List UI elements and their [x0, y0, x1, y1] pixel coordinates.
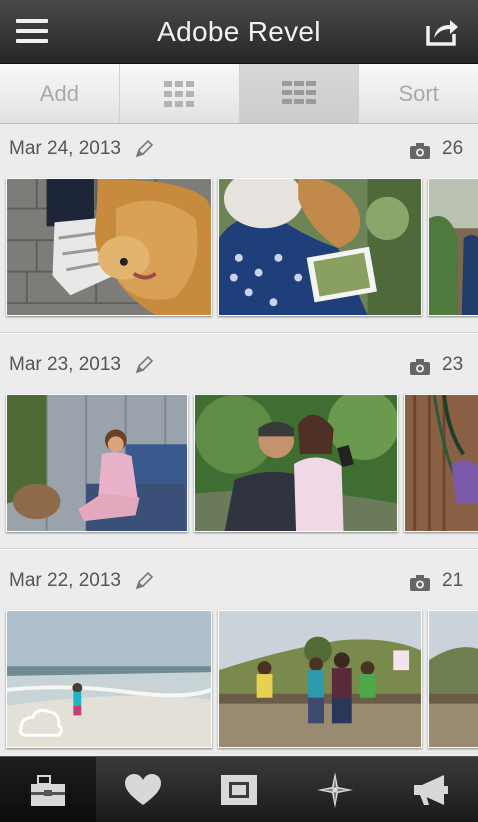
tab-explore[interactable] [287, 757, 383, 822]
grid-small-icon [164, 80, 195, 107]
tab-library[interactable] [0, 757, 96, 822]
grid-large-icon [281, 80, 316, 104]
date-group: Mar 23, 2013 23 [0, 340, 478, 556]
app-title: Adobe Revel [157, 16, 321, 47]
photo-thumbnail[interactable] [218, 178, 422, 316]
photo-thumbnail[interactable] [218, 610, 422, 748]
grid-large-view-button[interactable] [239, 64, 360, 123]
photo-thumbnail[interactable] [6, 178, 212, 316]
app-header: Adobe Revel [0, 0, 478, 64]
date-group: Mar 24, 2013 26 [0, 124, 478, 340]
group-divider [0, 548, 478, 550]
group-date: Mar 23, 2013 [9, 354, 121, 375]
photo-timeline[interactable]: Mar 24, 2013 26 Mar 23, 2013 23 Mar 22, … [0, 124, 478, 756]
photo-strip[interactable] [0, 394, 478, 534]
photo-count: 26 [442, 138, 464, 159]
tab-announcements[interactable] [382, 757, 478, 822]
photo-strip[interactable] [0, 610, 478, 750]
pencil-icon[interactable] [134, 571, 154, 591]
date-group: Mar 22, 2013 21 [0, 556, 478, 756]
photo-thumbnail[interactable] [428, 178, 478, 316]
camera-icon [410, 575, 430, 591]
group-header: Mar 23, 2013 23 [0, 340, 478, 390]
compass-icon [316, 771, 353, 808]
group-header: Mar 22, 2013 21 [0, 556, 478, 606]
photo-thumbnail[interactable] [404, 394, 478, 532]
group-divider [0, 332, 478, 334]
share-icon[interactable] [424, 14, 460, 48]
add-button[interactable]: Add [0, 64, 120, 123]
camera-icon [410, 143, 430, 159]
photo-thumbnail[interactable] [428, 610, 478, 748]
pencil-icon[interactable] [134, 355, 154, 375]
photo-thumbnail[interactable] [194, 394, 398, 532]
view-toolbar: Add Sort [0, 64, 478, 124]
heart-icon [125, 773, 162, 805]
grid-small-view-button[interactable] [120, 64, 240, 123]
photo-count: 23 [442, 354, 464, 375]
group-date: Mar 24, 2013 [9, 138, 121, 159]
pencil-icon[interactable] [134, 139, 154, 159]
photo-thumbnail[interactable] [6, 394, 188, 532]
album-icon [220, 774, 257, 805]
library-box-icon [30, 774, 65, 806]
megaphone-icon [414, 774, 449, 805]
sort-button[interactable]: Sort [359, 64, 478, 123]
photo-strip[interactable] [0, 178, 478, 318]
group-date: Mar 22, 2013 [9, 570, 121, 591]
bottom-tab-bar [0, 756, 478, 822]
photo-count: 21 [442, 570, 464, 591]
group-header: Mar 24, 2013 26 [0, 124, 478, 174]
camera-icon [410, 359, 430, 375]
tab-albums[interactable] [191, 757, 287, 822]
tab-favorites[interactable] [96, 757, 192, 822]
photo-thumbnail[interactable] [6, 610, 212, 748]
